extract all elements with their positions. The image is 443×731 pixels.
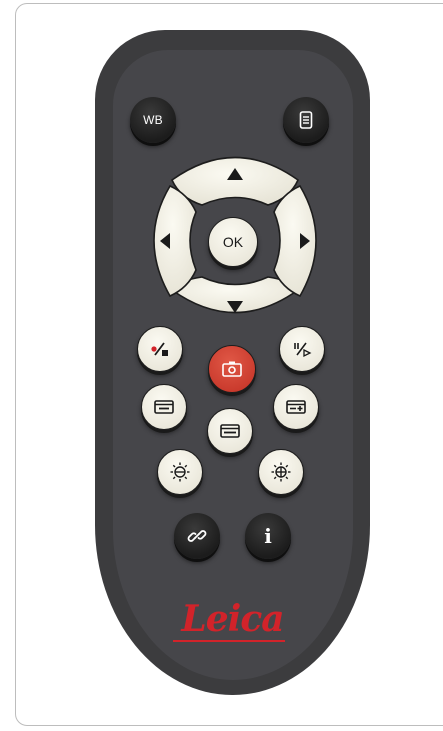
- right-button[interactable]: [280, 190, 330, 295]
- menu-list-icon: [299, 111, 313, 129]
- brightness-down-button[interactable]: [157, 449, 203, 495]
- left-button[interactable]: [140, 190, 190, 295]
- white-balance-button[interactable]: WB: [130, 97, 176, 143]
- info-label: i: [264, 524, 272, 548]
- ok-button[interactable]: OK: [208, 217, 258, 267]
- brightness-up-icon: [271, 462, 291, 482]
- overlay-plus-button[interactable]: [273, 384, 319, 430]
- capture-button[interactable]: [208, 345, 256, 393]
- play-pause-icon: [294, 342, 312, 358]
- overlay-icon: [220, 424, 240, 438]
- link-icon: [187, 530, 207, 542]
- brightness-up-button[interactable]: [258, 449, 304, 495]
- brand-underline: [173, 640, 285, 642]
- record-button[interactable]: [137, 326, 183, 372]
- brightness-down-icon: [170, 462, 190, 482]
- overlay-minus-button[interactable]: [141, 384, 187, 430]
- play-pause-button[interactable]: [279, 326, 325, 372]
- ok-label: OK: [222, 234, 244, 250]
- overlay-minus-icon: [154, 400, 174, 414]
- link-button[interactable]: [174, 513, 220, 559]
- brand-logo: Leica: [181, 598, 284, 640]
- down-button[interactable]: [180, 285, 290, 335]
- white-balance-label: WB: [143, 113, 163, 127]
- menu-button[interactable]: [283, 97, 329, 143]
- overlay-button[interactable]: [207, 408, 253, 454]
- camera-icon: [222, 361, 242, 377]
- record-icon: [151, 342, 168, 356]
- info-button[interactable]: i: [245, 513, 291, 559]
- up-button[interactable]: [180, 150, 290, 200]
- overlay-plus-icon: [286, 400, 306, 414]
